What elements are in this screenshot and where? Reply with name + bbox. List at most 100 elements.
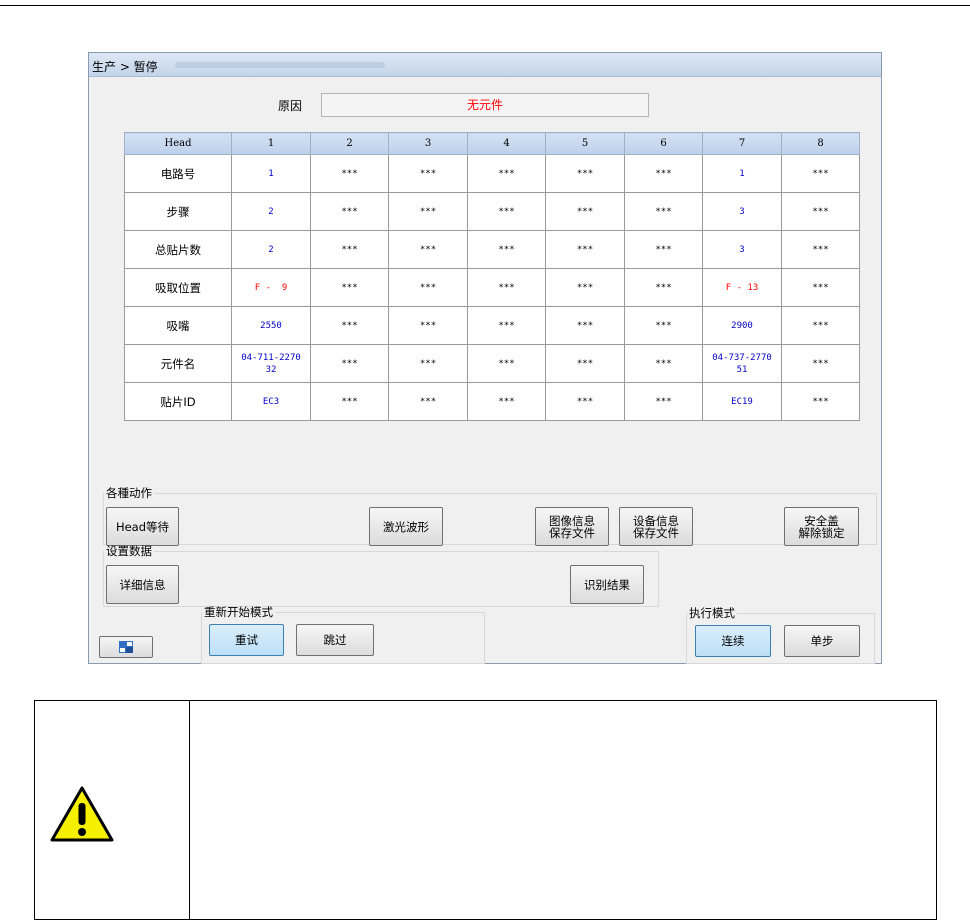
detail-info-button[interactable]: 详细信息 bbox=[106, 565, 179, 604]
table-cell: *** bbox=[388, 268, 468, 307]
table-cell: *** bbox=[467, 192, 546, 231]
table-cell: *** bbox=[388, 154, 468, 193]
table-cell: *** bbox=[624, 268, 703, 307]
column-header: 7 bbox=[702, 132, 782, 155]
table-cell: *** bbox=[467, 382, 546, 421]
settings-legend: 设置数据 bbox=[106, 544, 152, 558]
table-row: 吸嘴 2550 *** *** *** *** *** 2900 *** bbox=[124, 306, 860, 345]
table-cell: *** bbox=[310, 268, 389, 307]
pause-dialog: 生产 > 暂停 原因 无元件 Head 1 2 3 4 5 6 7 8 电路号 bbox=[88, 52, 882, 664]
table-row: 元件名 04-711-227032 *** *** *** *** *** 04… bbox=[124, 344, 860, 383]
table-row: 吸取位置 F - 9 *** *** *** *** *** F - 13 **… bbox=[124, 268, 860, 307]
table-cell: *** bbox=[781, 192, 860, 231]
table-cell: *** bbox=[545, 344, 625, 383]
actions-legend: 各種动作 bbox=[106, 486, 152, 500]
table-cell: 04-737-277051 bbox=[702, 344, 782, 383]
table-cell: *** bbox=[467, 306, 546, 345]
table-cell: *** bbox=[781, 154, 860, 193]
save-image-info-line2: 保存文件 bbox=[549, 525, 595, 540]
table-cell: *** bbox=[624, 154, 703, 193]
head-wait-button[interactable]: Head等待 bbox=[106, 507, 179, 546]
column-header: 8 bbox=[781, 132, 860, 155]
reason-label: 原因 bbox=[278, 99, 303, 113]
recognition-result-button[interactable]: 识别结果 bbox=[570, 565, 644, 604]
table-cell: *** bbox=[467, 230, 546, 269]
table-cell: *** bbox=[781, 382, 860, 421]
exec-mode-group: 执行模式 连续 单步 bbox=[686, 605, 875, 664]
table-cell: *** bbox=[781, 268, 860, 307]
settings-group: 设置数据 详细信息 识别结果 bbox=[103, 543, 659, 607]
table-row: 总贴片数 2 *** *** *** *** *** 3 *** bbox=[124, 230, 860, 269]
table-cell: *** bbox=[467, 268, 546, 307]
warning-box-divider bbox=[189, 701, 190, 919]
safety-cover-line2: 解除锁定 bbox=[798, 525, 845, 540]
table-cell: *** bbox=[781, 230, 860, 269]
table-cell: *** bbox=[310, 192, 389, 231]
warning-triangle-icon bbox=[50, 786, 114, 842]
table-cell: *** bbox=[781, 344, 860, 383]
table-cell: 1 bbox=[231, 154, 311, 193]
table-cell: 3 bbox=[702, 230, 782, 269]
table-cell: F - 9 bbox=[231, 268, 311, 307]
warning-note-box bbox=[34, 700, 937, 920]
continuous-button[interactable]: 连续 bbox=[695, 625, 771, 657]
table-cell: *** bbox=[467, 344, 546, 383]
column-header: 5 bbox=[545, 132, 625, 155]
table-cell: *** bbox=[545, 306, 625, 345]
save-device-info-line2: 保存文件 bbox=[633, 525, 679, 540]
safety-cover-unlock-button[interactable]: 安全盖 解除锁定 bbox=[784, 507, 859, 546]
step-button[interactable]: 单步 bbox=[784, 625, 860, 657]
reason-field: 无元件 bbox=[321, 93, 649, 117]
title-bar: 生产 > 暂停 bbox=[89, 53, 881, 77]
row-label: 总贴片数 bbox=[124, 230, 232, 269]
table-cell: *** bbox=[624, 344, 703, 383]
window-tile-icon bbox=[119, 641, 133, 653]
table-cell: *** bbox=[545, 192, 625, 231]
laser-waveform-button[interactable]: 激光波形 bbox=[369, 507, 443, 546]
table-cell: 3 bbox=[702, 192, 782, 231]
table-cell: *** bbox=[545, 230, 625, 269]
save-image-info-button[interactable]: 图像信息 保存文件 bbox=[535, 507, 609, 546]
retry-button[interactable]: 重试 bbox=[209, 624, 284, 656]
table-cell: *** bbox=[310, 230, 389, 269]
table-cell: *** bbox=[781, 306, 860, 345]
column-header: 1 bbox=[231, 132, 311, 155]
head-status-table: Head 1 2 3 4 5 6 7 8 电路号 1 *** *** *** *… bbox=[124, 132, 860, 421]
column-header: 2 bbox=[310, 132, 389, 155]
window-tile-button[interactable] bbox=[99, 636, 153, 658]
row-label: 元件名 bbox=[124, 344, 232, 383]
actions-group: 各種动作 Head等待 激光波形 图像信息 保存文件 设备信息 保存文件 安全盖… bbox=[103, 485, 877, 546]
title-blurred-text bbox=[175, 62, 385, 68]
table-cell: 04-711-227032 bbox=[231, 344, 311, 383]
table-cell: 1 bbox=[702, 154, 782, 193]
table-cell: *** bbox=[310, 306, 389, 345]
table-cell: *** bbox=[545, 268, 625, 307]
table-cell: *** bbox=[545, 382, 625, 421]
table-cell: *** bbox=[388, 344, 468, 383]
table-cell: *** bbox=[310, 154, 389, 193]
table-cell: *** bbox=[624, 306, 703, 345]
row-label: 吸嘴 bbox=[124, 306, 232, 345]
table-cell: *** bbox=[388, 192, 468, 231]
table-cell: *** bbox=[624, 192, 703, 231]
window-title: 生产 > 暂停 bbox=[92, 60, 158, 74]
row-label: 步骤 bbox=[124, 192, 232, 231]
table-cell: *** bbox=[388, 306, 468, 345]
row-label: 贴片ID bbox=[124, 382, 232, 421]
restart-mode-group: 重新开始模式 重试 跳过 bbox=[201, 604, 485, 664]
column-header: Head bbox=[124, 132, 232, 155]
skip-button[interactable]: 跳过 bbox=[296, 624, 374, 656]
save-device-info-button[interactable]: 设备信息 保存文件 bbox=[619, 507, 693, 546]
column-header: 6 bbox=[624, 132, 703, 155]
table-cell: 2 bbox=[231, 192, 311, 231]
table-cell: *** bbox=[388, 230, 468, 269]
table-cell: 2900 bbox=[702, 306, 782, 345]
column-header: 4 bbox=[467, 132, 546, 155]
table-cell: *** bbox=[624, 382, 703, 421]
table-cell: *** bbox=[388, 382, 468, 421]
table-cell: *** bbox=[310, 382, 389, 421]
table-row: 贴片ID EC3 *** *** *** *** *** EC19 *** bbox=[124, 382, 860, 421]
table-cell: *** bbox=[467, 154, 546, 193]
save-device-info-line1: 设备信息 bbox=[633, 513, 679, 528]
exec-mode-legend: 执行模式 bbox=[689, 606, 735, 620]
